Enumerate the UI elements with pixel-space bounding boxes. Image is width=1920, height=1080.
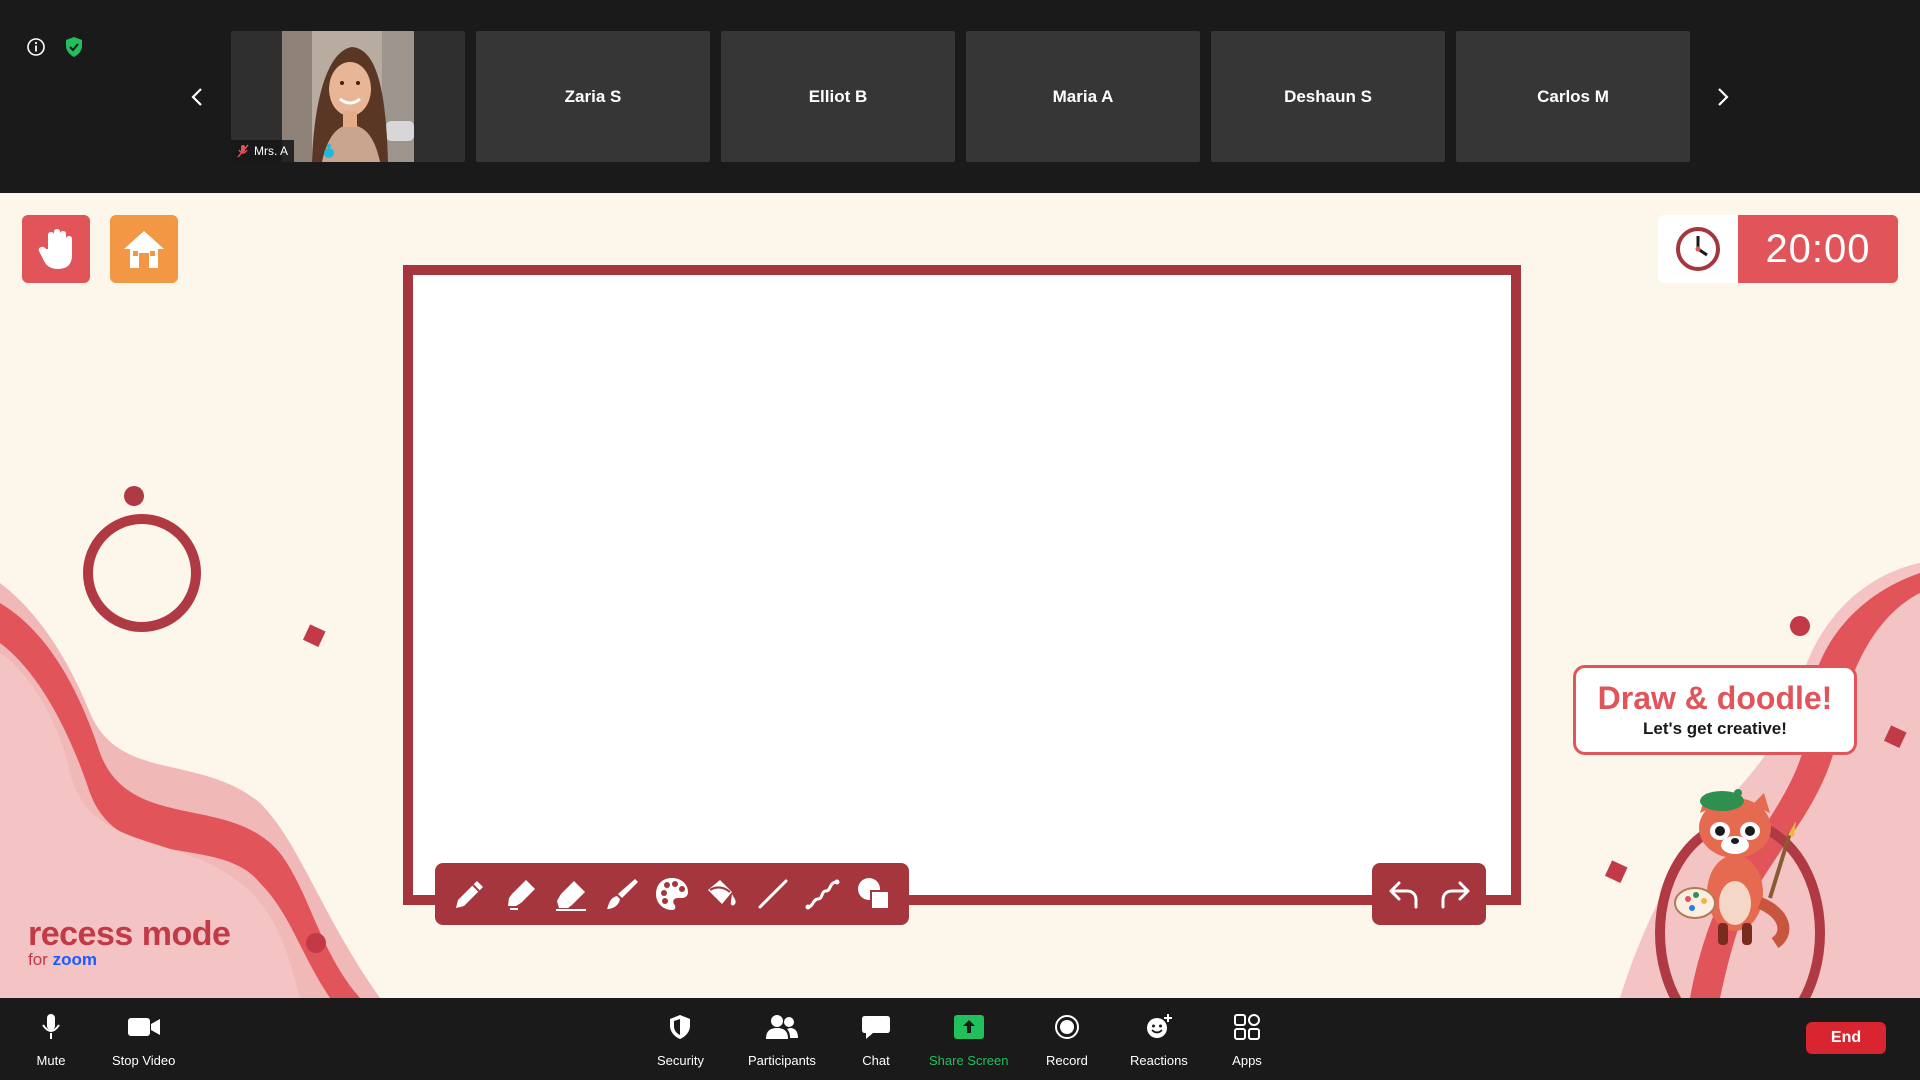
record-button[interactable]: Record xyxy=(1046,1012,1088,1068)
record-label: Record xyxy=(1046,1053,1088,1068)
eraser-icon xyxy=(556,881,587,911)
home-button[interactable] xyxy=(110,215,178,283)
participants-label: Participants xyxy=(748,1053,816,1068)
participants-icon xyxy=(765,1012,799,1042)
participant-video-photo xyxy=(282,31,414,162)
line-icon xyxy=(758,879,788,909)
video-tile[interactable]: Maria A xyxy=(966,31,1200,162)
security-label: Security xyxy=(657,1053,704,1068)
pencil-icon xyxy=(456,881,484,908)
redo-icon xyxy=(1441,881,1469,909)
eraser-tool[interactable] xyxy=(550,873,592,915)
drawing-toolbar xyxy=(435,863,909,925)
red-panda-mascot-icon xyxy=(1674,789,1796,948)
video-tile[interactable]: Deshaun S xyxy=(1211,31,1445,162)
squiggle-icon xyxy=(805,879,840,910)
muted-mic-icon xyxy=(237,144,249,158)
mute-button[interactable]: Mute xyxy=(34,1012,68,1068)
chat-bubble-icon xyxy=(859,1012,893,1042)
microphone-icon xyxy=(34,1012,68,1042)
chevron-left-icon xyxy=(191,88,202,106)
clock-icon xyxy=(1658,215,1738,283)
participant-name: Zaria S xyxy=(564,86,622,106)
palette-icon xyxy=(655,878,688,910)
share-screen-label: Share Screen xyxy=(929,1053,1009,1068)
countdown-timer: 20:00 xyxy=(1658,215,1898,283)
brush-tool[interactable] xyxy=(601,873,643,915)
info-icon[interactable] xyxy=(24,35,48,59)
chat-label: Chat xyxy=(862,1053,890,1068)
brush-icon xyxy=(606,879,638,909)
apps-button[interactable]: Apps xyxy=(1230,1012,1264,1068)
apps-label: Apps xyxy=(1232,1053,1262,1068)
video-tile[interactable]: Carlos M xyxy=(1456,31,1690,162)
participant-name: Elliot B xyxy=(808,86,868,106)
raise-hand-button[interactable] xyxy=(22,215,90,283)
gallery-strip: Mrs. A Zaria S Elliot B Maria A Deshaun … xyxy=(0,0,1920,193)
hand-icon xyxy=(38,229,72,269)
mute-label: Mute xyxy=(36,1053,66,1068)
prompt-speech-bubble: Draw & doodle! Let's get creative! xyxy=(1573,665,1857,755)
participant-name: Deshaun S xyxy=(1284,86,1372,106)
home-icon xyxy=(124,231,164,268)
chat-button[interactable]: Chat xyxy=(859,1012,893,1068)
apps-grid-icon xyxy=(1230,1012,1264,1042)
fill-tool[interactable] xyxy=(701,873,743,915)
redo-button[interactable] xyxy=(1434,873,1476,915)
participant-name: Carlos M xyxy=(1537,86,1609,106)
stop-video-label: Stop Video xyxy=(112,1053,176,1068)
security-shield-icon xyxy=(663,1012,697,1042)
video-tile-self[interactable]: Mrs. A xyxy=(231,31,465,162)
video-tile[interactable]: Elliot B xyxy=(721,31,955,162)
video-camera-icon xyxy=(127,1012,161,1042)
pencil-tool[interactable] xyxy=(449,873,491,915)
marker-tool[interactable] xyxy=(500,873,542,915)
palette-tool[interactable] xyxy=(651,873,693,915)
recess-mode-stage: 20:00 Draw & doodle! Let's get creative!… xyxy=(0,193,1920,998)
end-meeting-button[interactable]: End xyxy=(1806,1022,1886,1054)
share-screen-icon xyxy=(952,1012,986,1042)
encryption-shield-icon[interactable] xyxy=(62,35,86,59)
line-tool[interactable] xyxy=(752,873,794,915)
meeting-info-group xyxy=(24,35,86,59)
undo-button[interactable] xyxy=(1383,873,1425,915)
shapes-icon xyxy=(857,878,890,910)
timer-value: 20:00 xyxy=(1738,215,1898,283)
reactions-emoji-icon xyxy=(1142,1012,1176,1042)
record-icon xyxy=(1050,1012,1084,1042)
prompt-title: Draw & doodle! xyxy=(1597,680,1833,716)
video-tile[interactable]: Zaria S xyxy=(476,31,710,162)
participant-name: Maria A xyxy=(1052,86,1114,106)
participants-button[interactable]: Participants xyxy=(748,1012,816,1068)
fill-bucket-icon xyxy=(708,880,737,906)
drawing-canvas[interactable] xyxy=(413,275,1511,895)
prompt-subtitle: Let's get creative! xyxy=(1643,719,1787,738)
share-screen-button[interactable]: Share Screen xyxy=(929,1012,1009,1068)
security-button[interactable]: Security xyxy=(657,1012,704,1068)
app-activity-icon xyxy=(321,143,337,159)
marker-icon xyxy=(507,880,535,910)
stop-video-button[interactable]: Stop Video xyxy=(112,1012,175,1068)
recess-mode-logo: recess mode for zoom xyxy=(28,915,231,970)
brand-name: recess mode xyxy=(28,915,231,953)
history-toolbar xyxy=(1372,863,1486,925)
gallery-prev-button[interactable] xyxy=(180,80,214,114)
reactions-button[interactable]: Reactions xyxy=(1130,1012,1188,1068)
self-name-label: Mrs. A xyxy=(254,144,289,158)
chevron-right-icon xyxy=(1718,88,1729,106)
freeform-tool[interactable] xyxy=(802,873,844,915)
self-nametag: Mrs. A xyxy=(231,140,295,162)
undo-icon xyxy=(1389,881,1417,909)
gallery-next-button[interactable] xyxy=(1706,80,1740,114)
shapes-tool[interactable] xyxy=(853,873,895,915)
reactions-label: Reactions xyxy=(1130,1053,1188,1068)
whiteboard-frame xyxy=(403,265,1521,905)
meeting-controls-bar: Mute Stop Video Security Participants Ch… xyxy=(0,998,1920,1080)
